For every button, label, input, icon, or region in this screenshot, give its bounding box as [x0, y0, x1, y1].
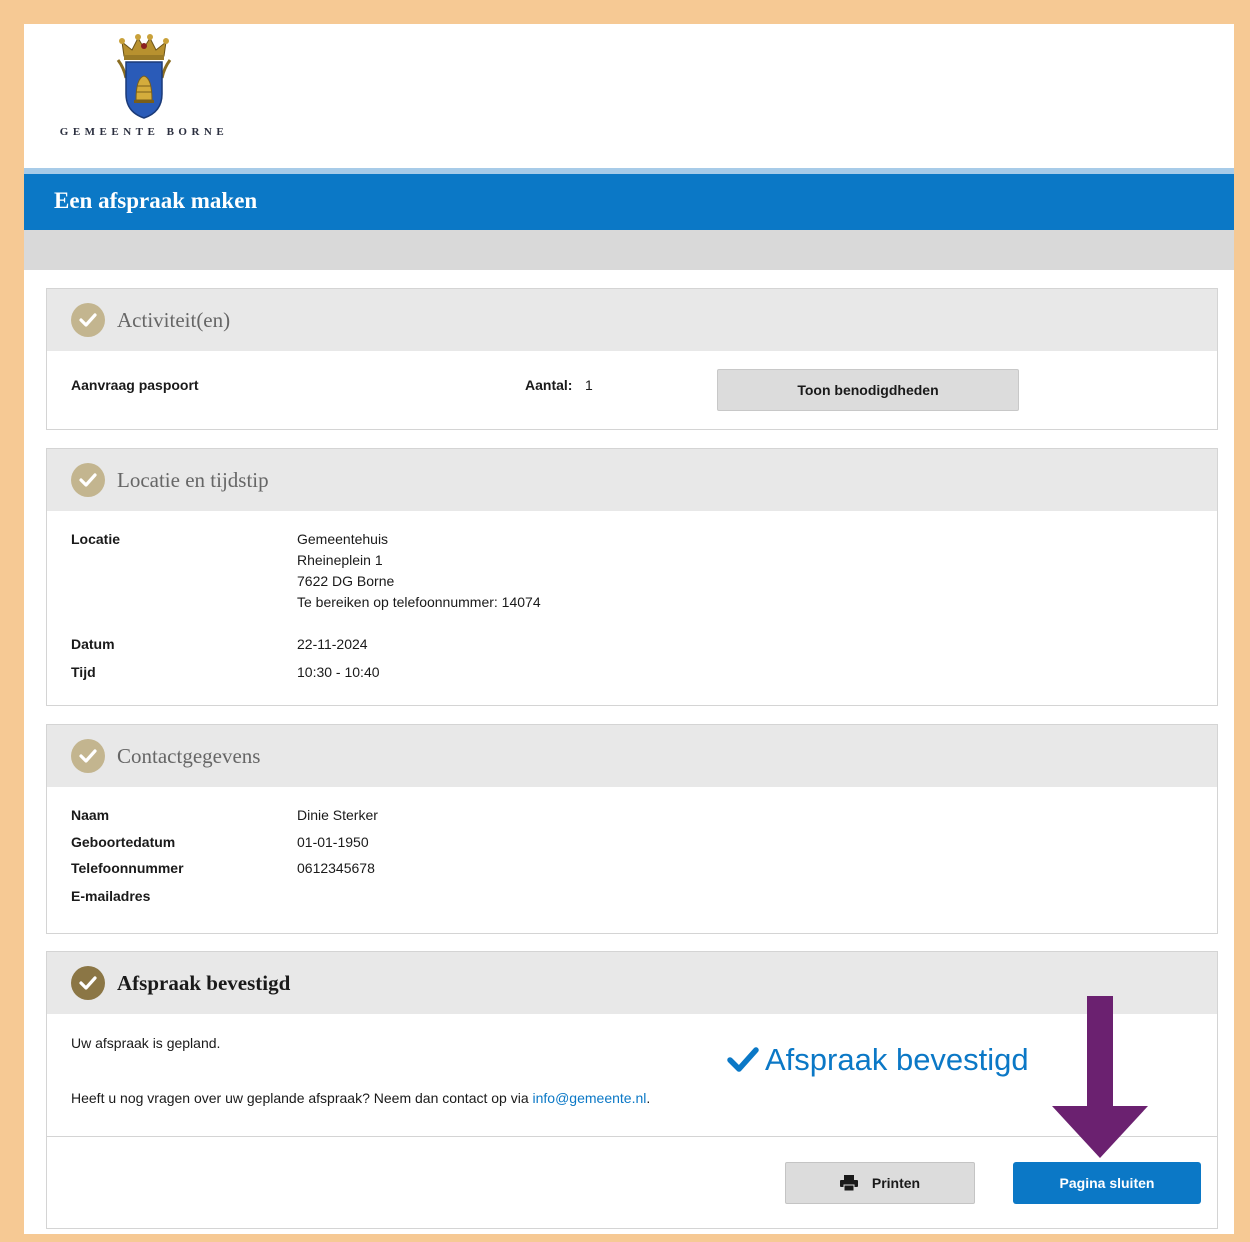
naam-label: Naam: [71, 807, 110, 823]
confirmation-status-text: Afspraak bevestigd: [765, 1042, 1029, 1077]
contact-question-text: Heeft u nog vragen over uw geplande afsp…: [71, 1090, 529, 1106]
footer-divider: [47, 1136, 1217, 1137]
section-activiteiten: Activiteit(en) Aanvraag paspoort Aantal:…: [46, 288, 1218, 430]
contact-question: Heeft u nog vragen over uw geplande afsp…: [71, 1090, 650, 1106]
section-title: Locatie en tijdstip: [117, 467, 269, 492]
datum-value: 22-11-2024: [297, 636, 368, 652]
address-line: 7622 DG Borne: [297, 573, 395, 589]
check-icon: [71, 966, 105, 1000]
check-icon: [71, 303, 105, 337]
print-button[interactable]: Printen: [785, 1162, 975, 1204]
arrow-down-icon: [1052, 996, 1148, 1158]
section-header: Locatie en tijdstip: [47, 449, 1217, 511]
activity-name: Aanvraag paspoort: [71, 377, 199, 393]
logo-text: GEMEENTE BORNE: [59, 126, 229, 138]
sentence-period: .: [646, 1090, 651, 1106]
datum-label: Datum: [71, 636, 115, 652]
section-contact: Contactgegevens Naam Dinie Sterker Geboo…: [46, 724, 1218, 934]
tijd-label: Tijd: [71, 664, 96, 680]
geboortedatum-label: Geboortedatum: [71, 834, 176, 850]
toon-benodigdheden-button[interactable]: Toon benodigdheden: [717, 369, 1019, 411]
telefoon-value: 0612345678: [297, 860, 375, 876]
confirmation-status: Afspraak bevestigd: [727, 1042, 1029, 1078]
printer-icon: [839, 1175, 858, 1191]
telefoon-label: Telefoonnummer: [71, 860, 184, 876]
logo: GEMEENTE BORNE: [46, 28, 242, 160]
coat-of-arms-icon: [116, 34, 172, 119]
check-icon: [71, 739, 105, 773]
checkmark-icon: [727, 1047, 759, 1072]
naam-value: Dinie Sterker: [297, 807, 378, 823]
section-header: Contactgegevens: [47, 725, 1217, 787]
close-page-button[interactable]: Pagina sluiten: [1013, 1162, 1201, 1204]
section-locatie: Locatie en tijdstip Locatie Gemeentehuis…: [46, 448, 1218, 706]
print-button-label: Printen: [871, 1175, 921, 1191]
section-header: Activiteit(en): [47, 289, 1217, 351]
locatie-label: Locatie: [71, 531, 121, 547]
section-header: Afspraak bevestigd: [47, 952, 1217, 1014]
page: GEMEENTE BORNE Een afspraak maken Activi…: [24, 24, 1234, 1234]
aantal-value: 1: [585, 377, 593, 393]
address-line: Rheineplein 1: [297, 552, 383, 568]
confirmation-message: Uw afspraak is gepland.: [71, 1035, 221, 1051]
address-line: Te bereiken op telefoonnummer: 14074: [297, 594, 541, 610]
address-line: Gemeentehuis: [297, 531, 389, 547]
section-title: Afspraak bevestigd: [117, 970, 291, 995]
section-title: Contactgegevens: [117, 743, 261, 768]
check-icon: [71, 463, 105, 497]
email-link[interactable]: info@gemeente.nl: [533, 1090, 647, 1106]
grey-band: [24, 230, 1234, 270]
section-bevestigd: Afspraak bevestigd Uw afspraak is geplan…: [46, 951, 1218, 1229]
page-title: Een afspraak maken: [54, 188, 258, 213]
section-title: Activiteit(en): [117, 307, 231, 332]
aantal-label: Aantal:: [525, 377, 573, 393]
email-label: E-mailadres: [71, 888, 151, 904]
title-bar: Een afspraak maken: [24, 174, 1234, 230]
geboortedatum-value: 01-01-1950: [297, 834, 369, 850]
tijd-value: 10:30 - 10:40: [297, 664, 380, 680]
